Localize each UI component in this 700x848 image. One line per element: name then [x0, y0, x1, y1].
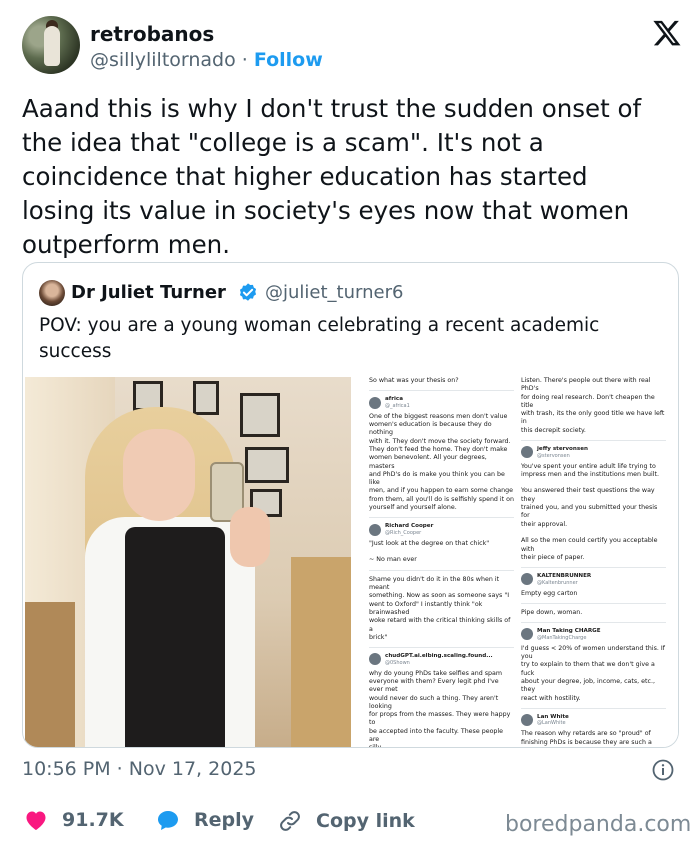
avatar-figure-body: [44, 26, 60, 66]
quoted-tweet[interactable]: Dr Juliet Turner @juliet_turner6 POV: yo…: [22, 262, 679, 748]
screenshot-avatar: [369, 523, 381, 536]
photo-frame: [240, 393, 280, 437]
screenshot-divider: [521, 440, 666, 442]
avatar[interactable]: [22, 16, 80, 74]
quote-text-line: POV: you are a young woman celebrating a…: [39, 315, 600, 336]
photo-face: [123, 429, 195, 521]
follow-button[interactable]: Follow: [254, 49, 323, 71]
photo-frame: [245, 447, 289, 483]
like-count: 91.7K: [62, 809, 124, 831]
screenshot-avatar: [369, 653, 381, 666]
quote-avatar[interactable]: [39, 280, 65, 306]
screenshot-text: Empty egg carton: [521, 589, 578, 597]
screenshot-divider: [369, 517, 514, 519]
quote-text-line: success: [39, 341, 112, 362]
quote-author-handle[interactable]: @juliet_turner6: [265, 282, 403, 303]
screenshot-collage[interactable]: So what was your thesis on? africa @_afric…: [365, 377, 678, 747]
tweet-line: the idea that "college is a scam". It's …: [22, 128, 544, 157]
tweet-header: retrobanos @sillyliltornado · Follow: [22, 16, 682, 80]
screenshot-handle: @Kaltenbrunner: [537, 579, 578, 586]
screenshot-user: africa @_africa1: [369, 396, 514, 409]
screenshot-handle: @stervonsen: [537, 452, 570, 459]
screenshot-column-left: So what was your thesis on? africa @_afric…: [369, 377, 514, 747]
screenshot-avatar: [369, 396, 381, 409]
quote-text: POV: you are a young woman celebrating a…: [39, 313, 659, 365]
selfie-photo[interactable]: [25, 377, 351, 747]
screenshot-text: Listen. There's people out there with re…: [521, 377, 665, 434]
screenshot-divider: [521, 567, 666, 569]
link-icon: [280, 811, 300, 831]
tweet-line: Aaand this is why I don't trust the sudd…: [22, 94, 642, 123]
screenshot-user: chudGPT.ai.elbing.scaling.found... @0Show…: [369, 653, 514, 666]
screenshot-user: KALTENBRUNNER @Kaltenbrunner: [521, 573, 666, 586]
screenshot-avatar: [521, 573, 533, 586]
author-name[interactable]: retrobanos: [90, 22, 214, 46]
screenshot-handle: @Rich_Cooper: [385, 529, 422, 536]
screenshot-user: Lan White @LanWhite: [521, 714, 666, 727]
screenshot-divider: [521, 707, 666, 709]
copy-link-button[interactable]: Copy link: [278, 809, 415, 833]
info-icon[interactable]: [651, 758, 675, 782]
reply-label: Reply: [194, 809, 255, 831]
screenshot-user: Richard Cooper @Rich_Cooper: [369, 523, 514, 536]
screenshot-text: The reason why retards are so "proud" of…: [521, 730, 652, 747]
screenshot-username: KALTENBRUNNER: [537, 573, 592, 580]
screenshot-column-right: Listen. There's people out there with re…: [521, 377, 666, 747]
screenshot-username: Man Taking CHARGE: [537, 628, 601, 635]
photo-shelf: [25, 602, 75, 747]
screenshot-divider: [521, 602, 666, 604]
author-handle-row: @sillyliltornado · Follow: [90, 49, 323, 71]
reply-button[interactable]: Reply: [156, 809, 254, 831]
screenshot-username: jeffy stervonsen: [537, 446, 588, 453]
screenshot-text: So what was your thesis on?: [369, 377, 459, 384]
like-button[interactable]: 91.7K: [24, 809, 124, 831]
screenshot-divider: [521, 622, 666, 624]
screenshot-handle: @ManTakingCharge: [537, 634, 587, 641]
heart-icon: [26, 811, 46, 830]
screenshot-username: chudGPT.ai.elbing.scaling.found...: [385, 653, 493, 660]
screenshot-avatar: [521, 628, 533, 641]
tweet-line: losing its value in society's eyes now t…: [22, 196, 630, 225]
tweet-timestamp[interactable]: 10:56 PM · Nov 17, 2025: [22, 758, 257, 780]
screenshot-text: Shame you didn't do it in the 80s when i…: [369, 575, 511, 641]
screenshot-text: why do young PhDs take selfies and spam …: [369, 669, 511, 747]
photo-vest: [125, 527, 225, 747]
reply-bubble-icon: [158, 811, 178, 830]
screenshot-text: One of the biggest reasons men don't val…: [369, 412, 514, 512]
copy-link-label: Copy link: [316, 810, 415, 832]
screenshot-text: "Just look at the degree on that chick" …: [369, 539, 490, 564]
watermark: boredpanda.com: [505, 812, 692, 837]
screenshot-user: jeffy stervonsen @stervonsen: [521, 446, 666, 459]
screenshot-divider: [369, 647, 514, 649]
photo-door: [291, 557, 351, 747]
screenshot-divider: [369, 390, 514, 392]
screenshot-text: Pipe down, woman.: [521, 608, 583, 616]
screenshot-text: I'd guess < 20% of women understand this…: [521, 644, 665, 702]
screenshot-handle: @LanWhite: [537, 720, 566, 727]
screenshot-user: Man Taking CHARGE @ManTakingCharge: [521, 628, 666, 641]
verified-badge-icon: [239, 283, 257, 301]
separator-dot: ·: [241, 49, 248, 71]
author-handle[interactable]: @sillyliltornado: [90, 49, 236, 71]
screenshot-handle: @_africa1: [385, 402, 410, 409]
screenshot-username: Richard Cooper: [385, 523, 434, 530]
screenshot-avatar: [521, 446, 533, 459]
tweet-text: Aaand this is why I don't trust the sudd…: [22, 92, 682, 262]
screenshot-divider: [369, 569, 514, 571]
tweet-line: outperform men.: [22, 230, 230, 259]
tweet-line: coincidence that higher education has st…: [22, 162, 588, 191]
photo-frame: [193, 381, 219, 415]
screenshot-avatar: [521, 714, 533, 727]
screenshot-text: You've spent your entire adult life tryi…: [521, 462, 659, 561]
quote-author-name[interactable]: Dr Juliet Turner: [71, 282, 226, 303]
x-logo-icon[interactable]: [652, 18, 682, 48]
photo-hand: [230, 507, 270, 567]
screenshot-handle: @0Shown: [385, 659, 410, 666]
